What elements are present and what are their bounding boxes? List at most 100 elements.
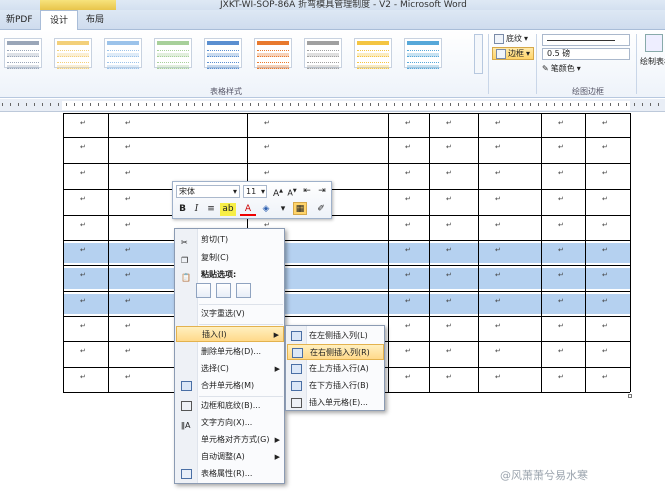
window-title: JXKT-WI-SOP-86A 折弯模具管理制度 - V2 - Microsof…	[220, 0, 467, 10]
document-page[interactable]: ↵ ↵ ↵ ↵ ↵ ↵ ↵ ↵ ↵ ↵ ↵ ↵ ↵ ↵ ↵ ↵ ↵ ↵ ↵ ↵ ↵ ↵ ↵ ↵ ↵ ↵ ↵ ↵ ↵ ↵ ↵ ↵ ↵ ↵ ↵ ↵ ↵ ↵ ↵ ↵…	[0, 113, 665, 500]
menu-item-table-properties[interactable]: 表格属性(R)...	[176, 466, 284, 482]
cell-end-mark: ↵	[495, 373, 501, 381]
submenu-item-insert-left[interactable]: 在左侧插入列(L)	[287, 328, 384, 344]
cell-end-mark: ↵	[80, 246, 86, 254]
cell-end-mark: ↵	[558, 119, 564, 127]
menu-item-delete-cells[interactable]: 删除单元格(D)...	[176, 344, 284, 360]
ruler-tick	[354, 103, 355, 106]
menu-item-merge-cells[interactable]: 合并单元格(M)	[176, 378, 284, 394]
menu-item-cut[interactable]: ✂ 剪切(T)	[176, 232, 284, 248]
submenu-item-insert-below[interactable]: 在下方插入行(B)	[287, 378, 384, 394]
borders-button[interactable]: 边框 ▾	[492, 47, 535, 60]
ruler-tick	[498, 103, 499, 106]
menu-item-insert[interactable]: 插入(I) ▶	[176, 326, 284, 342]
menu-item-text-direction[interactable]: ǁA 文字方向(X)...	[176, 415, 284, 431]
submenu-item-insert-above[interactable]: 在上方插入行(A)	[287, 361, 384, 377]
bold-icon[interactable]: B	[177, 203, 188, 216]
submenu-item-insert-right[interactable]: 在右侧插入列(R)	[287, 344, 384, 360]
cell-end-mark: ↵	[446, 373, 452, 381]
line-style-dropdown[interactable]	[542, 34, 630, 46]
document-table[interactable]: ↵ ↵ ↵ ↵ ↵ ↵ ↵ ↵ ↵ ↵ ↵ ↵ ↵ ↵ ↵ ↵ ↵ ↵ ↵ ↵ ↵ ↵ ↵ ↵ ↵ ↵ ↵ ↵ ↵ ↵ ↵ ↵ ↵ ↵ ↵ ↵ ↵ ↵ ↵ ↵…	[0, 113, 665, 500]
tab-design[interactable]: 设计	[40, 10, 78, 31]
table-row-border	[63, 189, 630, 190]
paste-merge-formatting-icon[interactable]	[216, 283, 231, 298]
ruler-tick	[458, 103, 459, 106]
table-style-swatch[interactable]	[154, 38, 192, 69]
menu-item-cell-alignment[interactable]: 单元格对齐方式(G) ▶	[176, 432, 284, 448]
cell-end-mark: ↵	[125, 119, 131, 127]
increase-indent-icon[interactable]: ⇥	[316, 185, 328, 198]
ruler-tick	[506, 103, 507, 106]
tab-pdf[interactable]: 新PDF	[0, 10, 39, 30]
font-size-field[interactable]: 11 ▾	[243, 185, 267, 198]
font-color-icon[interactable]: A	[240, 203, 256, 216]
draw-table-button[interactable]: 绘制表格	[640, 56, 665, 67]
cell-end-mark: ↵	[602, 373, 608, 381]
table-column-border	[388, 113, 389, 392]
ruler-tick	[98, 103, 99, 106]
cell-end-mark: ↵	[125, 271, 131, 279]
table-style-swatch[interactable]	[404, 38, 442, 69]
table-resize-handle[interactable]	[628, 394, 632, 398]
menu-item-select[interactable]: 选择(C) ▶	[176, 361, 284, 377]
tab-layout[interactable]: 布局	[80, 10, 110, 30]
swatch-row	[257, 65, 289, 69]
ruler-tick	[594, 103, 595, 106]
font-name-field[interactable]: 宋体 ▾	[176, 185, 240, 198]
highlight-icon[interactable]: ab	[220, 203, 236, 216]
italic-icon[interactable]: I	[191, 203, 202, 216]
selected-row-highlight	[63, 268, 630, 289]
ruler-tick	[530, 103, 531, 106]
table-row-border	[63, 137, 630, 138]
table-style-swatch[interactable]	[104, 38, 142, 69]
paste-text-only-icon[interactable]	[236, 283, 251, 298]
menu-item-autofit[interactable]: 自动调整(A) ▶	[176, 449, 284, 465]
pen-color-button[interactable]: ✎ 笔颜色 ▾	[542, 63, 581, 74]
cell-end-mark: ↵	[80, 297, 86, 305]
cell-end-mark: ↵	[446, 143, 452, 151]
chevron-down-icon[interactable]: ▾	[277, 203, 289, 216]
table-style-swatch[interactable]	[4, 38, 42, 69]
paste-keep-source-icon[interactable]	[196, 283, 211, 298]
table-style-swatch[interactable]	[304, 38, 342, 69]
borders-grid-icon[interactable]: ▦	[293, 202, 307, 215]
ruler-tick	[394, 103, 395, 106]
line-weight-dropdown[interactable]: 0.5 磅	[542, 48, 630, 60]
menu-item-borders-shading[interactable]: 边框和底纹(B)...	[176, 398, 284, 414]
table-column-border	[630, 113, 631, 392]
cell-end-mark: ↵	[602, 221, 608, 229]
draw-table-icon[interactable]	[645, 34, 663, 52]
paste-icon: 📋	[181, 273, 191, 282]
swatch-row	[357, 65, 389, 69]
ruler-tick	[442, 103, 443, 106]
swatch-row	[357, 59, 389, 63]
cell-end-mark: ↵	[125, 322, 131, 330]
shading-button[interactable]: 底纹 ▾	[494, 33, 528, 44]
swatch-row	[307, 53, 339, 57]
gallery-scroll[interactable]	[474, 34, 483, 74]
menu-item-reconvert[interactable]: 汉字重选(V)	[176, 306, 284, 322]
center-align-icon[interactable]: ≡	[205, 203, 217, 216]
submenu-item-insert-cells[interactable]: 插入单元格(E)...	[287, 395, 384, 411]
ruler-tick	[186, 103, 187, 106]
table-style-swatch[interactable]	[54, 38, 92, 69]
swatch-row	[207, 53, 239, 57]
table-style-swatch[interactable]	[354, 38, 392, 69]
cell-end-mark: ↵	[602, 347, 608, 355]
shrink-font-icon[interactable]: A▼	[286, 185, 298, 198]
grow-font-icon[interactable]: A▲	[272, 185, 284, 199]
table-style-swatch[interactable]	[204, 38, 242, 69]
cell-end-mark: ↵	[495, 195, 501, 203]
cell-end-mark: ↵	[558, 221, 564, 229]
cell-end-mark: ↵	[405, 195, 411, 203]
ruler-tick	[338, 103, 339, 106]
shading-fill-icon[interactable]: ◈	[260, 203, 272, 216]
format-painter-icon[interactable]: ✐	[315, 203, 327, 216]
menu-item-copy[interactable]: ❐ 复制(C)	[176, 250, 284, 266]
table-style-swatch[interactable]	[254, 38, 292, 69]
cell-end-mark: ↵	[558, 195, 564, 203]
decrease-indent-icon[interactable]: ⇤	[301, 185, 313, 198]
swatch-row	[257, 53, 289, 57]
ribbon-separator	[488, 34, 489, 94]
horizontal-ruler[interactable]	[0, 99, 665, 112]
